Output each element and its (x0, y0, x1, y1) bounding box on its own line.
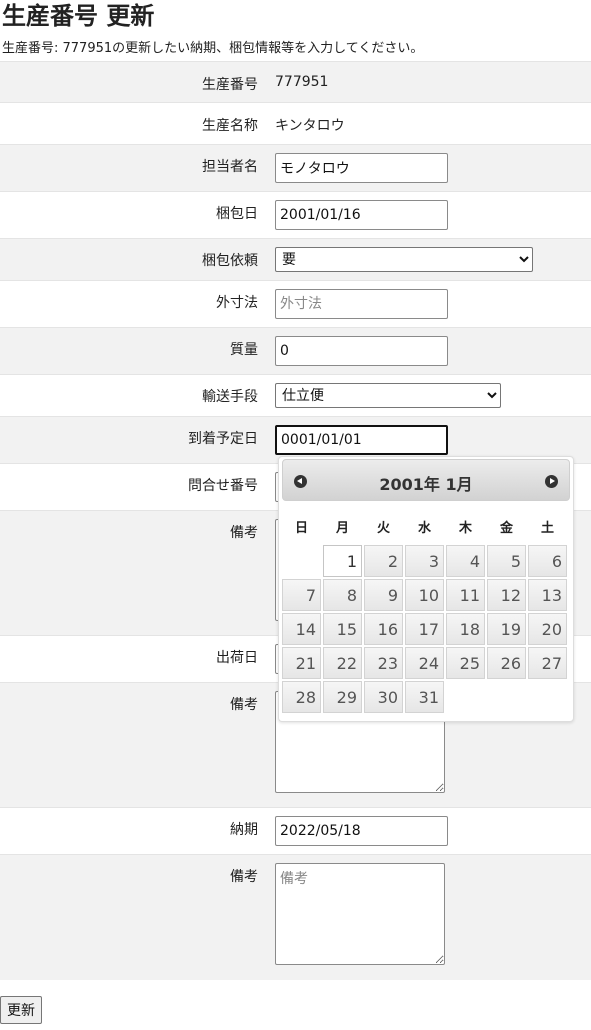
label-remarks-3: 備考 (0, 854, 262, 980)
calendar-day[interactable]: 23 (364, 647, 403, 679)
calendar-day[interactable]: 9 (364, 579, 403, 611)
datepicker-popup: 2001年 1月 日月火水木金土 1 2 3 4 5 6 7 8 9 10 11 12 13 14 15 16… (278, 456, 574, 722)
calendar-day[interactable]: 13 (528, 579, 567, 611)
calendar-day[interactable]: 8 (323, 579, 362, 611)
page-instructions: 生産番号: 777951の更新したい納期、梱包情報等を入力してください。 (2, 41, 424, 56)
calendar-day[interactable]: 27 (528, 647, 567, 679)
calendar-day[interactable]: 2 (364, 545, 403, 577)
production-no-value: 777951 (275, 74, 329, 90)
weekday-header: 月 (335, 520, 349, 536)
calendar-day[interactable]: 28 (282, 681, 321, 713)
person-input[interactable] (275, 153, 448, 183)
label-outer-size: 外寸法 (0, 280, 262, 328)
label-arrival-date: 到着予定日 (0, 416, 262, 464)
packing-request-select[interactable]: 要 (275, 247, 533, 272)
calendar-day[interactable]: 7 (282, 579, 321, 611)
calendar-grid: 日月火水木金土 1 2 3 4 5 6 7 8 9 10 11 12 13 14 15 16 17 18 19 20 2… (280, 507, 569, 715)
weekday-header: 金 (499, 520, 513, 536)
outer-size-input[interactable] (275, 289, 448, 319)
calendar-day[interactable]: 20 (528, 613, 567, 645)
calendar-day[interactable]: 19 (487, 613, 526, 645)
label-delivery: 納期 (0, 807, 262, 855)
calendar-day[interactable]: 15 (323, 613, 362, 645)
label-weight: 質量 (0, 327, 262, 375)
delivery-date-input[interactable] (275, 816, 448, 846)
calendar-day[interactable]: 22 (323, 647, 362, 679)
calendar-day[interactable]: 4 (446, 545, 485, 577)
label-person: 担当者名 (0, 144, 262, 192)
calendar-day[interactable]: 25 (446, 647, 485, 679)
label-packing-date: 梱包日 (0, 191, 262, 239)
transport-select[interactable]: 仕立便 (275, 383, 501, 408)
label-production-name: 生産名称 (0, 102, 262, 145)
calendar-day[interactable]: 14 (282, 613, 321, 645)
production-name-value: キンタロウ (275, 118, 345, 134)
calendar-day[interactable]: 30 (364, 681, 403, 713)
label-remarks-2: 備考 (0, 682, 262, 808)
calendar-day[interactable]: 10 (405, 579, 444, 611)
weekday-header: 土 (540, 520, 554, 536)
page-title: 生産番号 更新 (2, 2, 155, 30)
calendar-day[interactable]: 3 (405, 545, 444, 577)
weekday-header: 水 (417, 520, 431, 536)
weekday-header: 火 (376, 520, 390, 536)
calendar-day[interactable]: 21 (282, 647, 321, 679)
calendar-day[interactable]: 1 (323, 545, 362, 577)
next-month-icon[interactable] (545, 475, 558, 488)
calendar-day[interactable]: 6 (528, 545, 567, 577)
weekday-header: 木 (458, 520, 472, 536)
packing-date-input[interactable] (275, 200, 448, 230)
calendar-day[interactable]: 24 (405, 647, 444, 679)
calendar-day[interactable]: 17 (405, 613, 444, 645)
remarks-3-textarea[interactable] (275, 863, 445, 965)
label-production-no: 生産番号 (0, 61, 262, 103)
datepicker-header: 2001年 1月 (282, 459, 570, 501)
calendar-day[interactable]: 12 (487, 579, 526, 611)
label-transport: 輸送手段 (0, 374, 262, 417)
calendar-day[interactable]: 29 (323, 681, 362, 713)
calendar-day[interactable]: 26 (487, 647, 526, 679)
label-inquiry-no: 問合せ番号 (0, 463, 262, 511)
calendar-day[interactable]: 18 (446, 613, 485, 645)
weekday-header: 日 (294, 520, 308, 536)
calendar-day[interactable]: 31 (405, 681, 444, 713)
update-button[interactable]: 更新 (0, 996, 42, 1024)
calendar-day[interactable]: 11 (446, 579, 485, 611)
calendar-day[interactable]: 5 (487, 545, 526, 577)
calendar-day[interactable]: 16 (364, 613, 403, 645)
arrival-date-input[interactable] (275, 425, 448, 455)
label-remarks-1: 備考 (0, 510, 262, 636)
label-packing-request: 梱包依頼 (0, 238, 262, 281)
datepicker-title: 2001年 1月 (379, 475, 473, 494)
weight-input[interactable] (275, 336, 448, 366)
label-ship-date: 出荷日 (0, 635, 262, 683)
